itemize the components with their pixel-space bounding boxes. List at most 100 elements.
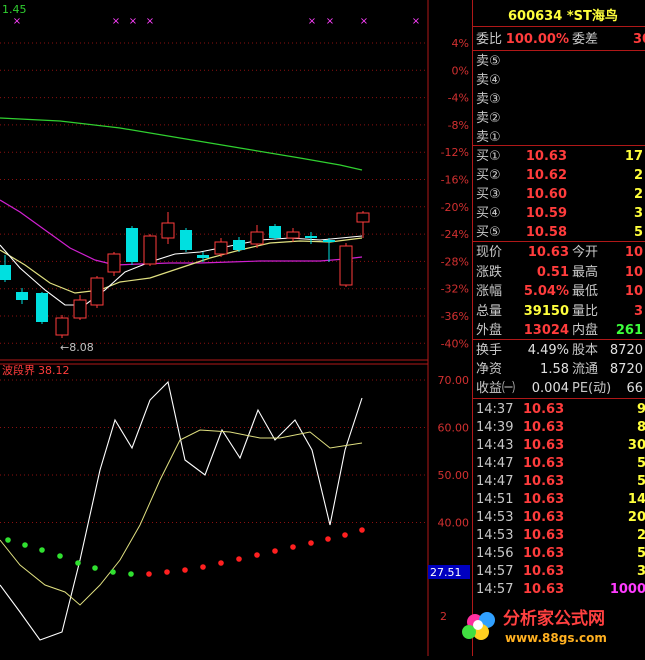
tick-volume: 1000 (609, 582, 645, 597)
signal-mark: × (360, 16, 368, 27)
tick-time: 14:53 (476, 528, 514, 543)
fin-row: 换手 4.49% 股本 8720 (473, 341, 645, 360)
sell-label: 卖④ (476, 73, 501, 88)
signal-dot (342, 532, 348, 538)
axis-label: -24% (441, 228, 469, 241)
tick-volume: 30 (627, 438, 645, 453)
candle-up (161, 222, 175, 239)
fin-value: 4.49% (527, 343, 569, 358)
buy-price: 10.59 (525, 206, 567, 221)
tick-time: 14:57 (476, 582, 514, 597)
axis-label: -20% (441, 201, 469, 214)
fin-label: 换手 (476, 343, 503, 358)
divider (473, 398, 645, 399)
candle-down (36, 293, 48, 322)
candle-down (126, 228, 138, 262)
fin-label: 股本 (572, 343, 599, 358)
fin-label: 流通 (572, 362, 599, 377)
axis-label: 4% (452, 37, 469, 50)
quote-label: 最低 (572, 284, 599, 299)
signal-dot (359, 527, 365, 533)
tick-price: 10.63 (523, 456, 565, 471)
tick-row: 14:53 10.63 20 (473, 508, 645, 527)
buy-label: 买④ (476, 206, 501, 221)
signal-dot (92, 565, 98, 571)
ma-line-green (0, 117, 363, 171)
tick-volume: 9 (636, 402, 645, 417)
axis-label: 60.00 (438, 422, 470, 435)
tick-time: 14:47 (476, 456, 514, 471)
tick-time: 14:37 (476, 402, 514, 417)
quote-row: 现价 10.63 今开 10 (473, 243, 645, 262)
divider (473, 50, 645, 51)
quote-label: 现价 (476, 245, 503, 260)
quote-row: 外盘 13024 内盘 261 (473, 321, 645, 340)
tick-time: 14:39 (476, 420, 514, 435)
quote-label: 涨幅 (476, 284, 503, 299)
axis-label: 0% (452, 64, 469, 77)
buy-price: 10.60 (525, 187, 567, 202)
buy-price: 10.58 (525, 225, 567, 240)
signal-dot (308, 540, 314, 546)
tick-time: 14:43 (476, 438, 514, 453)
signal-dot (236, 556, 242, 562)
quote-value: 5.04% (523, 284, 569, 299)
logo-text: 分析家公式网 (503, 608, 605, 629)
candle-up (214, 241, 228, 255)
axis-label: -8% (448, 119, 469, 132)
tick-row: 14:51 10.63 14 (473, 490, 645, 509)
chart-area[interactable]: 4% 0% -4% -8% -12% -16% -20% -24% -28% -32% -36% -4… (0, 0, 472, 656)
tick-price: 10.63 (523, 402, 565, 417)
weibi-value: 100.00% (505, 32, 569, 47)
stock-title: 600634 *ST海鸟 (508, 5, 618, 24)
buy-row: 买⑤ 10.58 5 (473, 223, 645, 242)
sub-line-white (0, 380, 363, 641)
signal-dot (254, 552, 260, 558)
tick-row: 14:47 10.63 5 (473, 472, 645, 491)
signal-mark: × (412, 16, 420, 27)
tick-price: 10.63 (523, 546, 565, 561)
tick-time: 14:47 (476, 474, 514, 489)
signal-dot (325, 536, 331, 542)
quote-panel: 600634 *ST海鸟 委比 100.00% 委差 30 卖⑤ 卖④ 卖③ 卖② 卖①… (472, 0, 645, 656)
sell-label: 卖⑤ (476, 54, 501, 69)
tick-price: 10.63 (523, 438, 565, 453)
sell-label: 卖③ (476, 92, 501, 107)
signal-dot (57, 553, 63, 559)
quote-value: 3 (633, 303, 643, 319)
signal-dot (146, 571, 152, 577)
candle-up (356, 212, 370, 223)
tick-row: 14:53 10.63 2 (473, 526, 645, 545)
buy-label: 买① (476, 149, 501, 164)
axis-label: -16% (441, 174, 469, 187)
quote-row: 涨幅 5.04% 最低 10 (473, 282, 645, 301)
candle-down (180, 230, 192, 250)
tick-volume: 20 (627, 510, 645, 525)
stock-code: 600634 (508, 9, 563, 24)
quote-label: 总量 (476, 303, 503, 319)
signal-mark: × (146, 16, 154, 27)
stock-name: *ST海鸟 (566, 9, 618, 24)
tick-time: 14:53 (476, 510, 514, 525)
buy-label: 买⑤ (476, 225, 501, 240)
weibi-row: 委比 100.00% 委差 30 (473, 30, 645, 49)
site-logo: 分析家公式网 www.88gs.com (445, 600, 645, 656)
logo-url: www.88gs.com (505, 631, 607, 645)
flower-icon (462, 612, 495, 640)
tick-row: 14:43 10.63 30 (473, 436, 645, 455)
signal-mark: × (13, 16, 21, 27)
fin-label: 净资 (476, 362, 503, 377)
sell-label: 卖① (476, 130, 501, 145)
sell-row: 卖③ (473, 90, 645, 109)
signal-dot (5, 537, 11, 543)
tick-row: 14:56 10.63 5 (473, 544, 645, 563)
quote-value: 261 (615, 323, 643, 338)
axis-label: -40% (441, 337, 469, 350)
quote-label: 内盘 (572, 323, 599, 338)
signal-dot (22, 542, 28, 548)
quote-label: 最高 (572, 264, 599, 280)
kline-chart[interactable]: 4% 0% -4% -8% -12% -16% -20% -24% -28% -32% -36% -4… (0, 0, 472, 656)
buy-price: 10.63 (525, 149, 567, 164)
divider (473, 26, 645, 27)
candle-down (0, 265, 11, 280)
